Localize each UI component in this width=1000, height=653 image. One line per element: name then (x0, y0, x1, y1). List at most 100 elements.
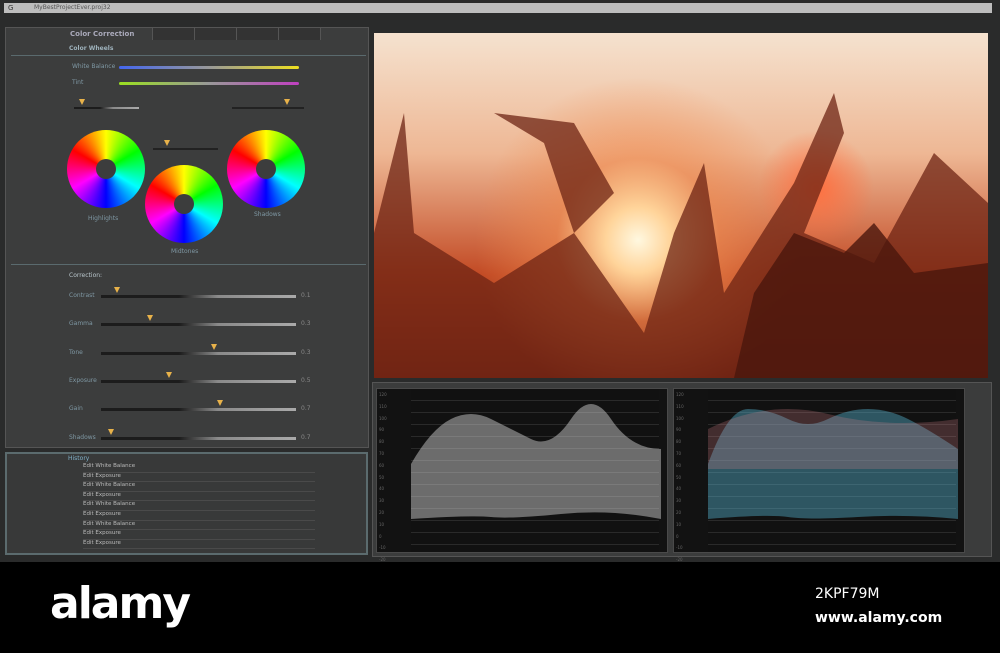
history-item[interactable]: Edit Exposure (83, 473, 315, 483)
slider-row-exposure: Exposure 0.5 (6, 371, 370, 389)
wheel-slider-left[interactable] (74, 107, 139, 109)
highlights-label: Highlights (88, 215, 119, 222)
scale-tick: 60 (379, 462, 385, 468)
slider-label: Shadows (69, 433, 96, 441)
scope-scale: 120 110 100 90 80 70 60 50 40 30 20 10 0 -10 -20 (379, 389, 387, 566)
slider-label: Gamma (69, 320, 93, 328)
watermark-brand: alamy (50, 578, 191, 629)
app-logo-icon: G (8, 4, 14, 12)
wheel-slider-center[interactable] (153, 148, 218, 150)
white-balance-slider[interactable] (119, 66, 299, 69)
tab-color-correction[interactable]: Color Correction (66, 28, 153, 40)
divider (11, 55, 366, 56)
history-item[interactable]: Edit Exposure (83, 540, 315, 550)
slider-thumb[interactable] (211, 343, 218, 350)
shadows-color-wheel[interactable] (227, 130, 305, 208)
slider-thumb[interactable] (146, 315, 153, 322)
waveform-trace (411, 404, 661, 519)
wheel-slider-right[interactable] (232, 107, 304, 109)
color-correction-panel: Color Correction Color Wheels White Bala… (5, 27, 369, 448)
slider-label: Contrast (69, 292, 95, 299)
slider-thumb[interactable] (166, 371, 173, 378)
history-item[interactable]: Edit Exposure (83, 530, 315, 540)
panel-tabs: Color Correction (66, 28, 321, 40)
tab-4[interactable] (237, 28, 279, 40)
slider-value: 0.3 (301, 320, 311, 328)
contrast-slider[interactable] (101, 295, 296, 298)
watermark-id: 2KPF79M (815, 586, 880, 602)
slider-thumb[interactable] (79, 99, 85, 105)
slider-row-gamma: Gamma 0.3 (6, 315, 370, 332)
scale-tick: 30 (676, 498, 682, 504)
midtones-color-wheel[interactable] (145, 165, 223, 243)
scale-tick: 90 (379, 427, 385, 433)
shadows-slider[interactable] (101, 436, 296, 440)
shadows-label: Shadows (254, 211, 281, 218)
history-item[interactable]: Edit White Balance (83, 482, 315, 492)
scale-tick: 40 (676, 486, 682, 492)
highlights-color-wheel[interactable] (67, 130, 145, 208)
scale-tick: -10 (676, 545, 683, 551)
scale-tick: 50 (379, 474, 385, 480)
scale-tick: 100 (676, 415, 684, 421)
tab-2[interactable] (153, 28, 195, 40)
scale-tick: 120 (676, 392, 684, 397)
history-heading: History (68, 455, 90, 462)
history-item[interactable]: Edit White Balance (83, 463, 315, 473)
tab-3[interactable] (195, 28, 237, 40)
scale-tick: 50 (676, 474, 682, 480)
history-item[interactable]: Edit Exposure (83, 492, 315, 502)
slider-row-shadows: Shadows 0.7 (6, 428, 370, 446)
color-wheels-heading: Color Wheels (69, 45, 114, 52)
scale-tick: 30 (379, 498, 385, 504)
white-balance-label: White Balance (72, 63, 116, 70)
slider-value: 0.1 (301, 292, 311, 299)
scale-tick: 70 (676, 450, 682, 456)
correction-heading: Correction: (69, 272, 103, 279)
scale-tick: 40 (379, 486, 385, 492)
history-item[interactable]: Edit White Balance (83, 501, 315, 511)
scale-tick: 110 (676, 403, 684, 409)
scale-tick: -10 (379, 545, 386, 551)
slider-value: 0.5 (301, 376, 311, 384)
scale-tick: 20 (379, 509, 385, 515)
history-item[interactable]: Edit White Balance (83, 521, 315, 531)
tab-5[interactable] (279, 28, 321, 40)
slider-thumb[interactable] (107, 428, 114, 435)
slider-thumb[interactable] (284, 99, 290, 105)
scopes-panel: 120 110 100 90 80 70 60 50 40 30 20 10 0 -10 -20 120 11… (372, 382, 992, 562)
history-panel: History Edit White Balance Edit Exposure E… (5, 452, 368, 555)
gain-slider[interactable] (101, 408, 296, 412)
scale-tick: 10 (676, 521, 682, 527)
scale-tick: 80 (676, 439, 682, 445)
slider-row-contrast: Contrast 0.1 (6, 287, 370, 304)
exposure-slider[interactable] (101, 379, 296, 383)
tone-slider[interactable] (101, 351, 296, 355)
scale-tick: 20 (676, 509, 682, 515)
scale-tick: 0 (379, 533, 382, 539)
slider-thumb[interactable] (113, 287, 120, 293)
scale-tick: 60 (676, 462, 682, 468)
slider-row-tone: Tone 0.3 (6, 343, 370, 361)
tint-slider[interactable] (119, 82, 299, 85)
gamma-slider[interactable] (101, 323, 296, 327)
scale-tick: 0 (676, 533, 679, 539)
slider-row-gain: Gain 0.7 (6, 400, 370, 417)
divider (11, 264, 366, 265)
slider-thumb[interactable] (216, 400, 223, 407)
slider-thumb[interactable] (164, 140, 170, 146)
luma-waveform-scope: 120 110 100 90 80 70 60 50 40 30 20 10 0 -10 -20 (376, 388, 668, 562)
history-item[interactable]: Edit Exposure (83, 511, 315, 521)
scale-tick: 120 (379, 392, 387, 397)
slider-label: Tone (69, 348, 83, 356)
parade-trace (708, 409, 958, 519)
scale-tick: 80 (379, 439, 385, 445)
video-preview[interactable] (374, 33, 988, 378)
scale-tick: 110 (379, 403, 387, 409)
video-frame-silhouettes (374, 93, 988, 378)
rgb-parade-scope: 120 110 100 90 80 70 60 50 40 30 20 10 0 -10 -20 (673, 388, 965, 562)
slider-value: 0.7 (301, 405, 311, 413)
midtones-label: Midtones (171, 248, 199, 255)
scale-tick: 90 (676, 427, 682, 433)
scale-tick: 10 (379, 521, 385, 527)
